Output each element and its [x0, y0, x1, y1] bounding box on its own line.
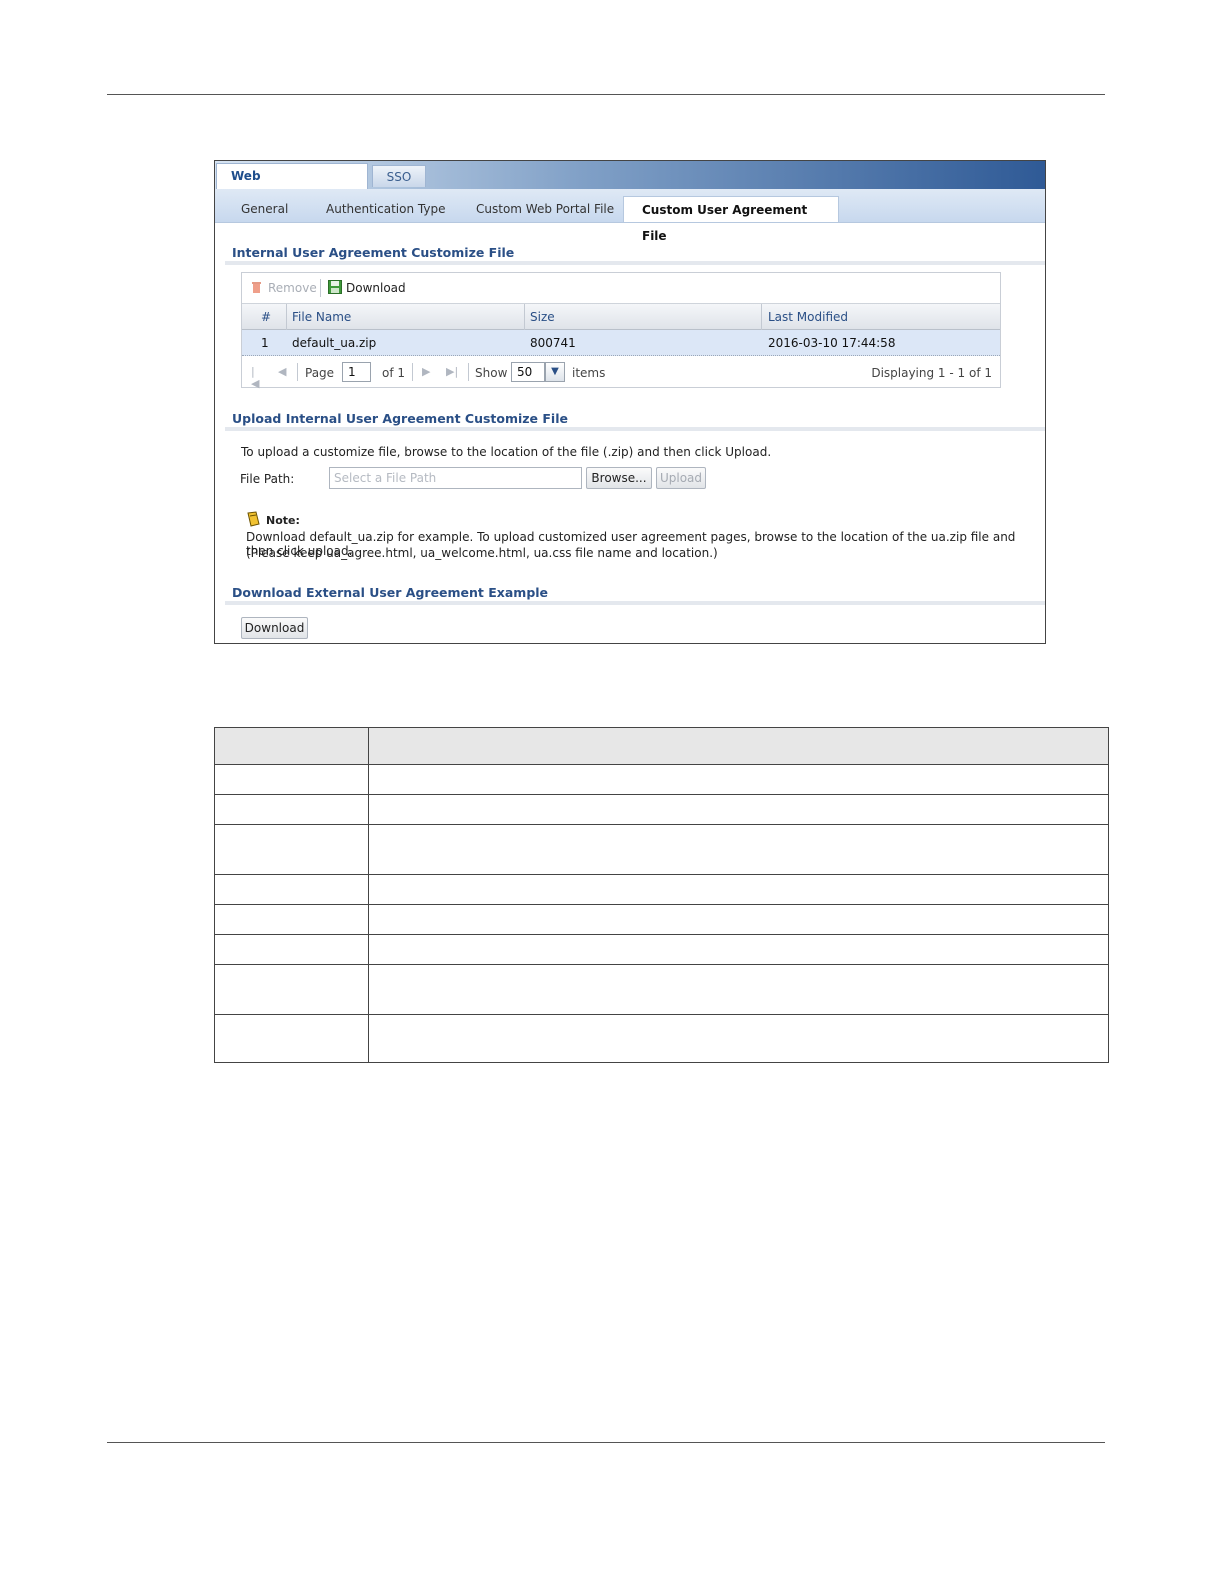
displaying-count: Displaying 1 - 1 of 1	[871, 366, 992, 380]
remove-button[interactable]: Remove	[250, 280, 317, 296]
tab-custom-user-agreement-file[interactable]: Custom User Agreement File	[623, 196, 839, 243]
section-divider	[225, 601, 1045, 605]
download-label: Download	[346, 281, 406, 295]
table-cell	[214, 1014, 369, 1063]
prev-page-icon[interactable]: ◀	[278, 366, 290, 378]
page-number-input[interactable]: 1	[342, 362, 371, 382]
table-cell	[214, 874, 369, 905]
table-cell	[368, 764, 1109, 795]
section-divider	[225, 261, 1045, 265]
trash-icon	[250, 281, 263, 294]
upload-button[interactable]: Upload	[656, 467, 706, 489]
note-icon	[246, 511, 262, 530]
table-cell	[214, 934, 369, 965]
next-page-icon[interactable]: ▶	[422, 366, 434, 378]
section-title-internal: Internal User Agreement Customize File	[232, 245, 515, 260]
upload-instruction: To upload a customize file, browse to th…	[241, 445, 772, 459]
table-cell	[368, 934, 1109, 965]
table-cell	[214, 727, 369, 765]
toolbar-separator	[320, 279, 321, 297]
sub-tab-bar: General Authentication Type Custom Web P…	[215, 189, 1045, 243]
main-tab-bar: Web Authentication SSO	[215, 161, 1045, 207]
tab-authentication-type[interactable]: Authentication Type	[326, 196, 445, 222]
page-count: of 1	[382, 366, 406, 380]
table-cell	[214, 904, 369, 935]
chevron-down-icon[interactable]: ▼	[545, 362, 565, 382]
col-header-number[interactable]: #	[261, 304, 271, 330]
table-cell	[214, 794, 369, 825]
table-cell	[368, 964, 1109, 1015]
cell-size: 800741	[530, 336, 576, 350]
table-cell	[368, 874, 1109, 905]
download-external-button[interactable]: Download	[241, 617, 308, 639]
col-header-last-modified[interactable]: Last Modified	[768, 304, 848, 330]
col-separator	[524, 304, 525, 330]
pager-separator	[412, 363, 413, 381]
col-separator	[761, 304, 762, 330]
save-disk-icon	[328, 280, 342, 294]
table-cell	[368, 794, 1109, 825]
description-table	[214, 727, 1109, 1063]
browse-button[interactable]: Browse...	[586, 467, 652, 489]
table-header: # File Name Size Last Modified	[242, 303, 1000, 330]
table-row[interactable]: 1 default_ua.zip 800741 2016-03-10 17:44…	[242, 330, 1000, 356]
header-rule	[107, 94, 1105, 95]
file-path-label: File Path:	[240, 472, 295, 486]
file-table-panel: Remove Download # File Name Size Last Mo…	[241, 272, 1001, 390]
table-cell	[214, 764, 369, 795]
note-label: Note:	[266, 514, 300, 527]
table-toolbar: Remove Download	[242, 273, 1000, 303]
col-header-size[interactable]: Size	[530, 304, 555, 330]
cell-file-name: default_ua.zip	[292, 336, 377, 350]
cell-last-modified: 2016-03-10 17:44:58	[768, 336, 896, 350]
show-label: Show	[475, 366, 508, 380]
table-cell	[214, 824, 369, 875]
file-path-input[interactable]: Select a File Path	[329, 467, 582, 489]
pager-separator	[468, 363, 469, 381]
tab-sso[interactable]: SSO	[372, 165, 426, 187]
table-cell	[368, 727, 1109, 765]
items-per-page-select[interactable]: 50	[511, 362, 545, 382]
pagination-bar: |◀ ◀ Page 1 of 1 ▶ ▶| Show 50 ▼ items Di…	[242, 357, 1000, 390]
table-cell	[368, 904, 1109, 935]
first-page-icon[interactable]: |◀	[251, 366, 263, 390]
note-heading: Note:	[246, 511, 300, 530]
section-title-upload: Upload Internal User Agreement Customize…	[232, 411, 568, 426]
download-button[interactable]: Download	[328, 280, 406, 296]
note-text-line2: (Please keep ua_agree.html, ua_welcome.h…	[246, 546, 718, 560]
pager-separator	[297, 363, 298, 381]
table-cell	[368, 824, 1109, 875]
remove-label: Remove	[268, 281, 317, 295]
items-label: items	[572, 366, 606, 380]
tab-general[interactable]: General	[241, 196, 288, 222]
cell-number: 1	[261, 336, 269, 350]
table-cell	[368, 1014, 1109, 1063]
last-page-icon[interactable]: ▶|	[446, 366, 458, 378]
section-title-external: Download External User Agreement Example	[232, 585, 549, 600]
col-separator	[286, 304, 287, 330]
web-authentication-screen: Web Authentication SSO General Authentic…	[214, 160, 1046, 644]
tab-custom-web-portal-file[interactable]: Custom Web Portal File	[476, 196, 614, 222]
section-divider	[225, 427, 1045, 431]
footer-rule	[107, 1442, 1105, 1443]
page-label: Page	[305, 366, 335, 380]
table-cell	[214, 964, 369, 1015]
col-header-file-name[interactable]: File Name	[292, 304, 351, 330]
tab-web-authentication[interactable]: Web Authentication	[216, 163, 368, 207]
